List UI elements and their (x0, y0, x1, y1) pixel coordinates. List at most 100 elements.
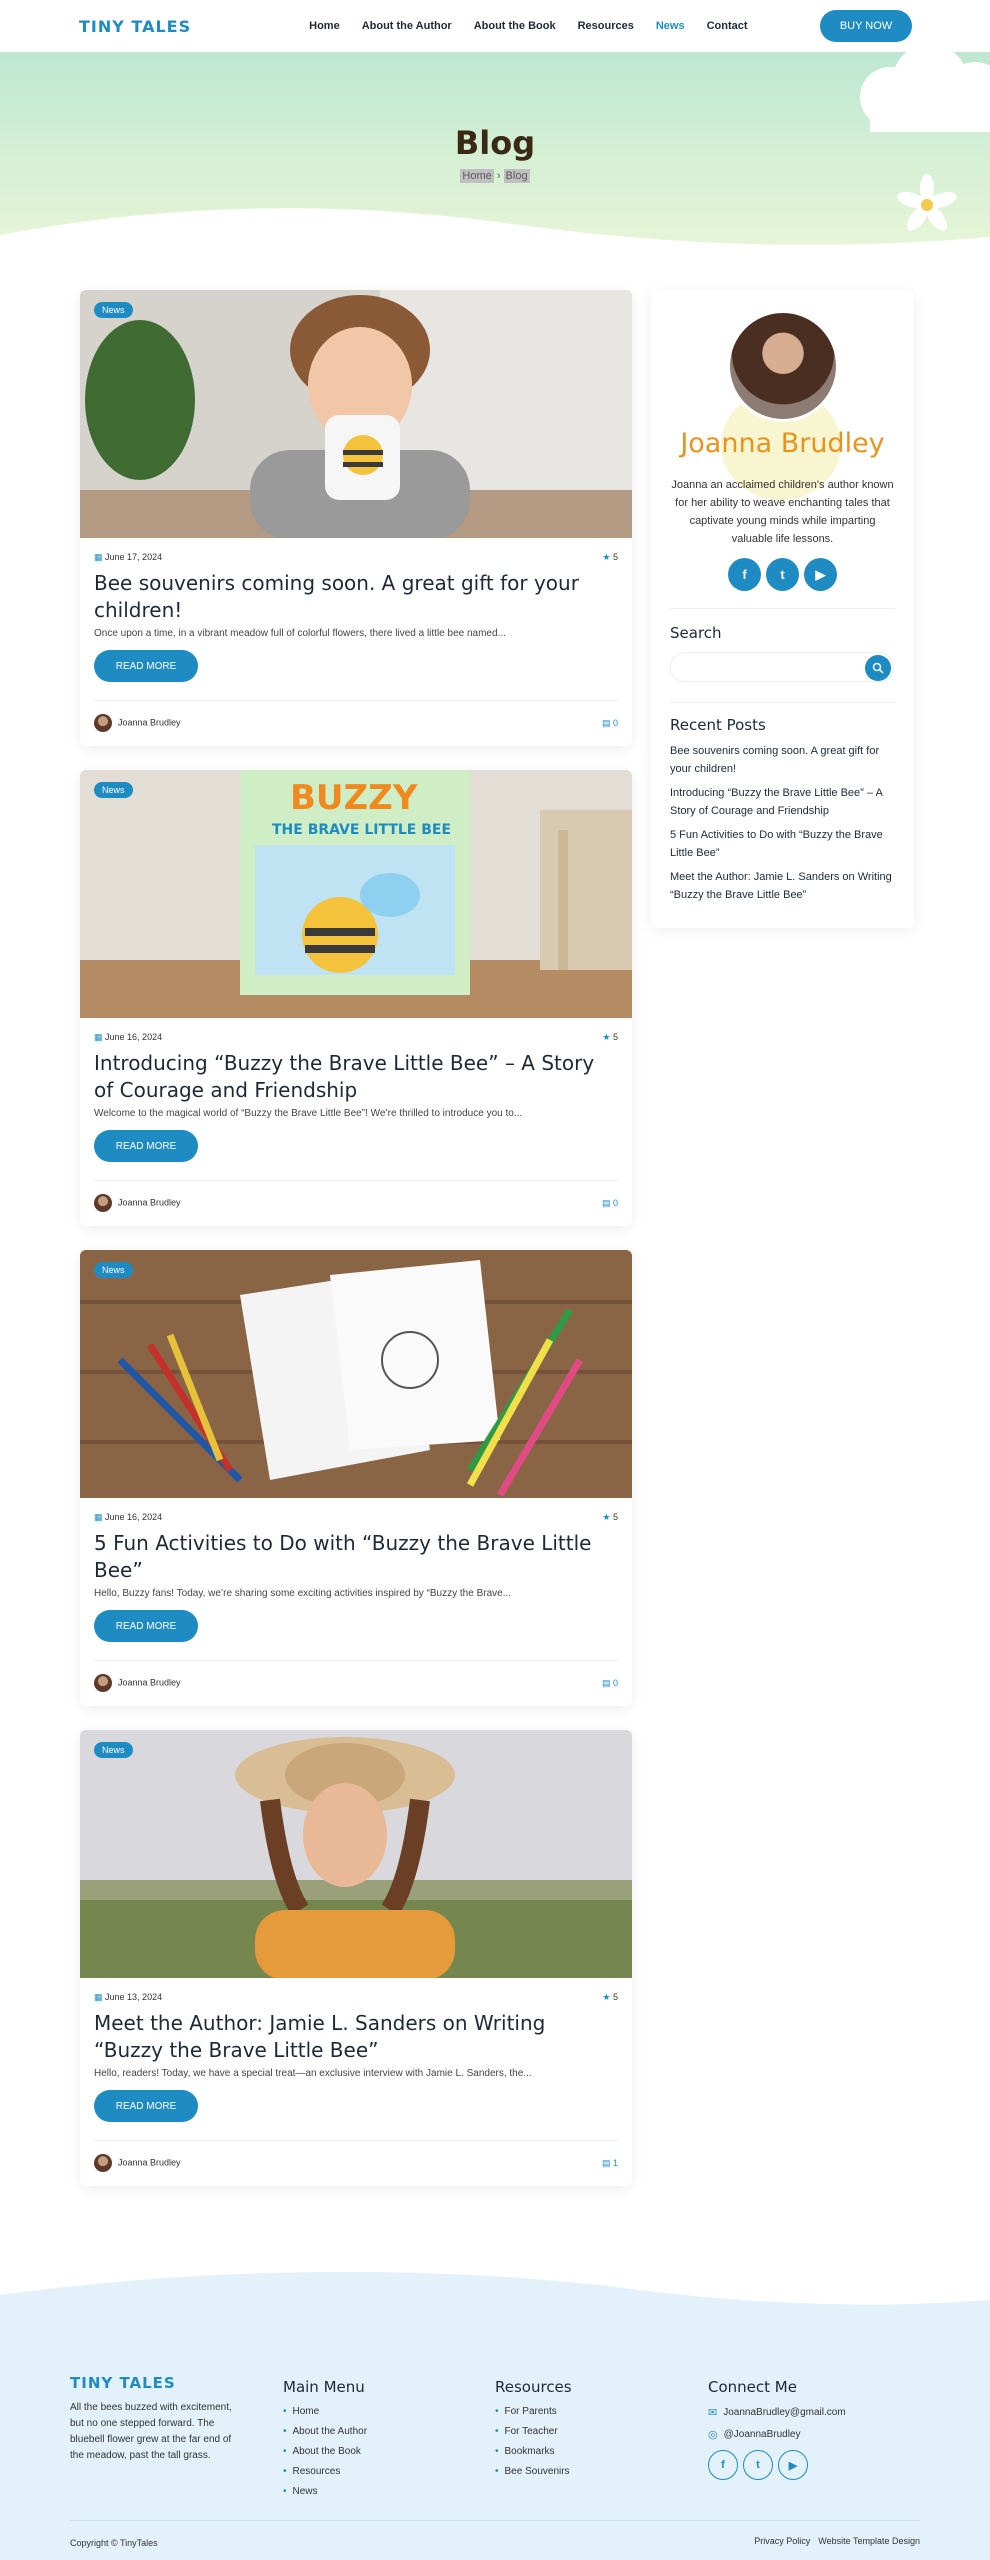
post-image-child-mug[interactable] (80, 290, 632, 538)
youtube-icon[interactable]: ▶ (804, 558, 837, 591)
star-icon: ★ (602, 1512, 611, 1522)
calendar-icon: ▦ (94, 1032, 103, 1042)
author-bio: Joanna an acclaimed children's author kn… (671, 479, 894, 545)
card-divider (94, 1180, 618, 1181)
footer-email[interactable]: ✉ JoannaBrudley@gmail.com (708, 2406, 846, 2419)
search-button[interactable] (865, 655, 891, 681)
page-hero: Blog Home › Blog (0, 52, 990, 257)
read-more-button[interactable]: READ MORE (94, 1610, 198, 1642)
post-rating-value: 5 (612, 1512, 618, 1522)
post-title[interactable]: Meet the Author: Jamie L. Sanders on Wri… (94, 2010, 618, 2064)
avatar (94, 1674, 112, 1692)
comment-icon: ▤ (601, 717, 611, 728)
card-divider (94, 1660, 618, 1661)
post-rating: ★ 5 (602, 552, 618, 563)
book-cover-title: BUZZY (290, 778, 418, 818)
recent-posts-heading: Recent Posts (670, 716, 766, 734)
twitter-icon[interactable]: t (766, 558, 799, 591)
post-date: ▦ June 13, 2024 (94, 1992, 162, 2003)
breadcrumb-current: Blog (503, 169, 530, 183)
footer-link[interactable]: For Teacher (495, 2426, 572, 2437)
footer-heading: Resources (495, 2378, 572, 2396)
post-meta: ▦ June 16, 2024 ★ 5 (94, 1032, 618, 1043)
post-image-author-portrait[interactable] (80, 1730, 632, 1978)
post-author[interactable]: Joanna Brudley (94, 2154, 181, 2172)
footer-link[interactable]: About the Author (283, 2426, 368, 2437)
email-text: JoannaBrudley@gmail.com (723, 2407, 846, 2418)
recent-post-link[interactable]: Introducing “Buzzy the Brave Little Bee”… (670, 784, 895, 820)
comment-count[interactable]: ▤ 0 (602, 718, 618, 729)
post-image-coloring-pages[interactable] (80, 1250, 632, 1498)
twitter-icon[interactable]: t (743, 2450, 773, 2480)
book-cover-subtitle: THE BRAVE LITTLE BEE (272, 822, 452, 838)
sidebar-divider (670, 702, 895, 703)
footer-instagram[interactable]: ◎ @JoannaBrudley (708, 2428, 846, 2441)
post-card: News ▦ June 13, 2024 ★ 5 Meet the Author… (80, 1730, 632, 2186)
main-nav: Home About the Author About the Book Res… (309, 20, 747, 32)
nav-resources[interactable]: Resources (578, 20, 634, 32)
post-author[interactable]: Joanna Brudley (94, 714, 181, 732)
footer-link[interactable]: For Parents (495, 2406, 572, 2417)
comment-count-value: 0 (612, 717, 618, 728)
footer-divider (70, 2520, 920, 2521)
read-more-button[interactable]: READ MORE (94, 650, 198, 682)
nav-home[interactable]: Home (309, 20, 340, 32)
read-more-button[interactable]: READ MORE (94, 2090, 198, 2122)
post-rating: ★ 5 (602, 1032, 618, 1043)
post-date-text: June 13, 2024 (105, 1992, 163, 2002)
recent-post-link[interactable]: 5 Fun Activities to Do with “Buzzy the B… (670, 826, 895, 862)
post-excerpt: Welcome to the magical world of “Buzzy t… (94, 1108, 523, 1119)
footer-link[interactable]: Home (283, 2406, 367, 2417)
footer-link[interactable]: Resources (283, 2466, 367, 2477)
avatar (94, 1194, 112, 1212)
youtube-icon[interactable]: ▶ (778, 2450, 808, 2480)
footer-link[interactable]: Bee Souvenirs (495, 2466, 572, 2477)
nav-contact[interactable]: Contact (707, 20, 748, 32)
site-footer: TINY TALES All the bees buzzed with exci… (0, 2270, 990, 2560)
nav-about-book[interactable]: About the Book (474, 20, 556, 32)
post-excerpt: Once upon a time, in a vibrant meadow fu… (94, 628, 506, 639)
buy-now-button[interactable]: BUY NOW (820, 10, 912, 42)
post-date: ▦ June 16, 2024 (94, 1512, 162, 1523)
post-author[interactable]: Joanna Brudley (94, 1674, 181, 1692)
post-excerpt: Hello, readers! Today, we have a special… (94, 2068, 532, 2079)
breadcrumb-home[interactable]: Home (460, 169, 494, 183)
post-meta: ▦ June 17, 2024 ★ 5 (94, 552, 618, 563)
comment-count-value: 1 (612, 2157, 618, 2168)
category-badge[interactable]: News (94, 1262, 133, 1278)
footer-link[interactable]: News (283, 2486, 367, 2497)
post-author[interactable]: Joanna Brudley (94, 1194, 181, 1212)
calendar-icon: ▦ (94, 1992, 103, 2002)
comment-icon: ▤ (601, 2157, 611, 2168)
comment-count[interactable]: ▤ 0 (602, 1198, 618, 1209)
privacy-policy-link[interactable]: Privacy Policy (754, 2536, 810, 2546)
category-badge[interactable]: News (94, 782, 133, 798)
comment-count[interactable]: ▤ 1 (602, 2158, 618, 2169)
logo[interactable]: TINY TALES (79, 17, 191, 36)
search-icon (872, 662, 884, 674)
facebook-icon[interactable]: f (708, 2450, 738, 2480)
post-title[interactable]: Bee souvenirs coming soon. A great gift … (94, 570, 618, 624)
recent-post-link[interactable]: Bee souvenirs coming soon. A great gift … (670, 742, 895, 778)
category-badge[interactable]: News (94, 302, 133, 318)
post-title[interactable]: 5 Fun Activities to Do with “Buzzy the B… (94, 1530, 618, 1584)
comment-count[interactable]: ▤ 0 (602, 1678, 618, 1689)
author-name: Joanna Brudley (118, 1197, 181, 1208)
footer-logo[interactable]: TINY TALES (70, 2374, 176, 2392)
nav-news[interactable]: News (656, 20, 685, 32)
post-title[interactable]: Introducing “Buzzy the Brave Little Bee”… (94, 1050, 618, 1104)
post-card: BUZZY THE BRAVE LITTLE BEE News ▦ June 1… (80, 770, 632, 1226)
nav-about-author[interactable]: About the Author (362, 20, 452, 32)
category-badge[interactable]: News (94, 1742, 133, 1758)
read-more-button[interactable]: READ MORE (94, 1130, 198, 1162)
post-date: ▦ June 16, 2024 (94, 1032, 162, 1043)
facebook-icon[interactable]: f (728, 558, 761, 591)
card-divider (94, 700, 618, 701)
hero-wave (0, 208, 990, 257)
search-input[interactable] (670, 652, 894, 682)
footer-link[interactable]: About the Book (283, 2446, 367, 2457)
recent-post-link[interactable]: Meet the Author: Jamie L. Sanders on Wri… (670, 868, 895, 904)
template-design-link[interactable]: Website Template Design (818, 2536, 920, 2546)
footer-link[interactable]: Bookmarks (495, 2446, 572, 2457)
comment-count-value: 0 (612, 1197, 618, 1208)
